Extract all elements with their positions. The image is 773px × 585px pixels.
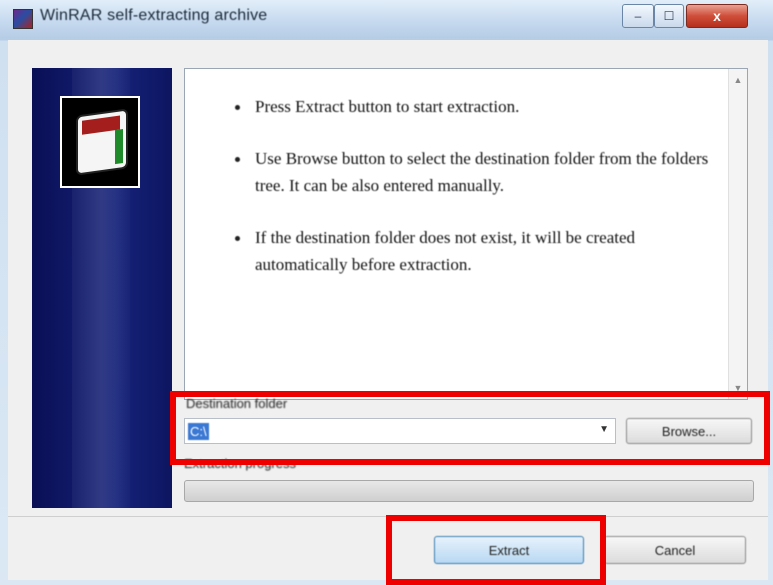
instructions-list: Press Extract button to start extraction… xyxy=(225,93,715,303)
destination-folder-value[interactable]: C:\ xyxy=(188,423,209,440)
instruction-item: Press Extract button to start extraction… xyxy=(225,93,715,120)
maximize-button[interactable]: ☐ xyxy=(654,4,684,28)
winrar-logo-icon xyxy=(60,96,140,188)
title-bar[interactable]: WinRAR self-extracting archive ‒ ☐ x xyxy=(0,0,773,38)
instruction-item: Use Browse button to select the destinat… xyxy=(225,145,715,199)
extraction-progress-label: Extraction progress xyxy=(184,456,296,471)
winrar-sfx-window: WinRAR self-extracting archive ‒ ☐ x Pre… xyxy=(0,0,773,585)
scroll-down-arrow-icon[interactable]: ▼ xyxy=(733,383,743,393)
footer-divider xyxy=(8,516,768,517)
dialog-client-area: Press Extract button to start extraction… xyxy=(8,40,768,580)
scroll-up-arrow-icon[interactable]: ▲ xyxy=(733,75,743,85)
instruction-item: If the destination folder does not exist… xyxy=(225,224,715,278)
side-banner xyxy=(32,68,172,508)
instructions-panel[interactable]: Press Extract button to start extraction… xyxy=(184,68,748,400)
destination-folder-combobox[interactable]: C:\ ▼ xyxy=(184,418,616,444)
window-title: WinRAR self-extracting archive xyxy=(40,7,268,24)
cancel-button[interactable]: Cancel xyxy=(604,536,746,564)
extract-button[interactable]: Extract xyxy=(434,536,584,564)
destination-folder-label: Destination folder xyxy=(186,396,288,411)
chevron-down-icon[interactable]: ▼ xyxy=(599,424,609,435)
archive-book-icon xyxy=(76,108,128,176)
minimize-button[interactable]: ‒ xyxy=(622,4,654,28)
browse-button[interactable]: Browse... xyxy=(626,418,752,444)
close-button[interactable]: x xyxy=(686,4,748,28)
winrar-app-icon xyxy=(13,9,33,29)
extraction-progress-bar xyxy=(184,480,754,502)
vertical-scrollbar[interactable]: ▲ ▼ xyxy=(728,69,747,399)
